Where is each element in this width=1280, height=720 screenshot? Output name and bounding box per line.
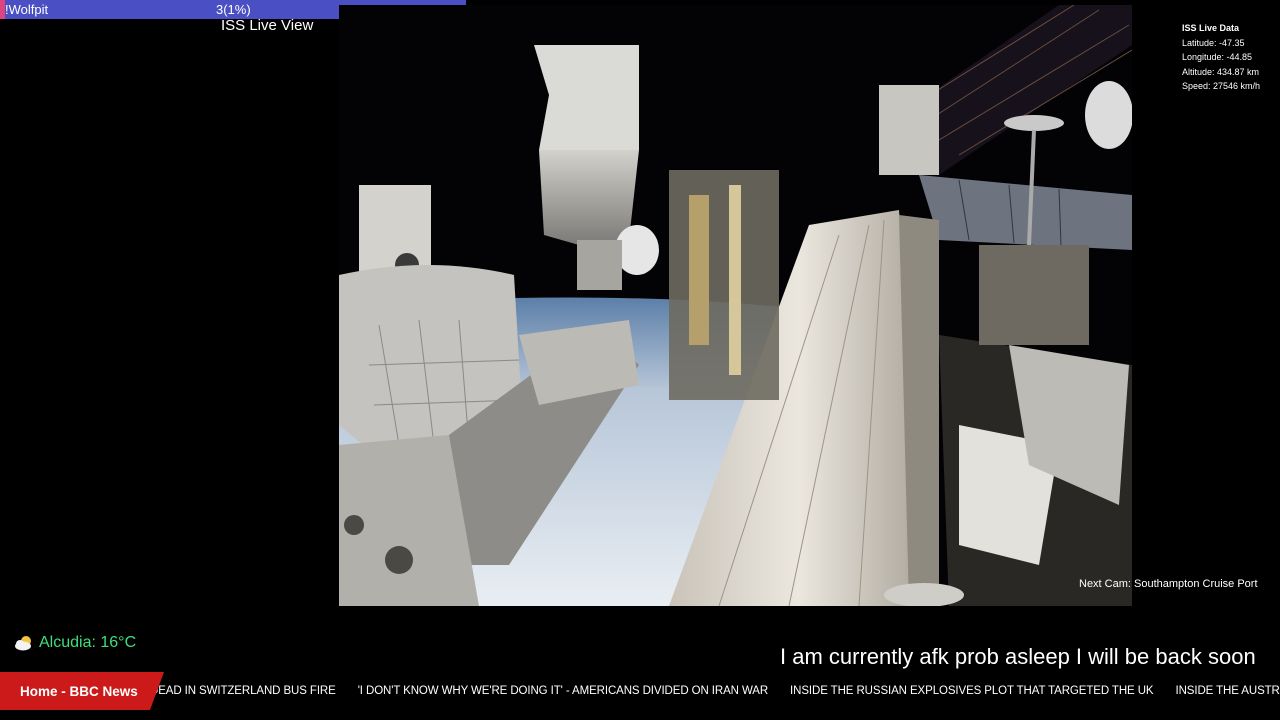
iss-live-data-panel: ISS Live Data Latitude: -47.35 Longitude… <box>1182 21 1260 94</box>
altitude-readout: Altitude: 434.87 km <box>1182 66 1260 77</box>
ticker-track: DEAD IN SWITZERLAND BUS FIRE 'I DON'T KN… <box>150 672 1280 710</box>
longitude-readout: Longitude: -44.85 <box>1182 52 1253 62</box>
iss-scene-image <box>339 5 1132 606</box>
ticker-headline[interactable]: INSIDE THE AUSTRALIAN HOTEL WHERE IRA <box>1176 685 1280 697</box>
view-title: ISS Live View <box>221 17 314 34</box>
weather-widget: Alcudia: 16°C <box>14 634 136 652</box>
goal-progress-text: 3(1%) <box>216 2 251 17</box>
next-cam-label: Next Cam: Southampton Cruise Port <box>1079 578 1258 590</box>
goal-name: !Wolfpit <box>5 2 49 17</box>
afk-message: I am currently afk prob asleep I will be… <box>780 644 1256 669</box>
live-data-title: ISS Live Data <box>1182 23 1240 33</box>
latitude-readout: Latitude: -47.35 <box>1182 37 1245 48</box>
ticker-source-label[interactable]: Home - BBC News <box>0 672 164 710</box>
speed-readout: Speed: 27546 km/h <box>1182 81 1261 91</box>
goal-progress-fill <box>0 0 5 19</box>
news-ticker: Home - BBC News DEAD IN SWITZERLAND BUS … <box>0 672 1280 710</box>
iss-camera-feed <box>339 5 1132 606</box>
ticker-headline[interactable]: 'I DON'T KNOW WHY WE'RE DOING IT' - AMER… <box>358 685 768 697</box>
partly-cloudy-icon <box>14 635 34 651</box>
weather-text: Alcudia: 16°C <box>39 634 137 651</box>
ticker-headline[interactable]: INSIDE THE RUSSIAN EXPLOSIVES PLOT THAT … <box>790 685 1154 697</box>
ticker-headline[interactable]: DEAD IN SWITZERLAND BUS FIRE <box>150 685 336 697</box>
